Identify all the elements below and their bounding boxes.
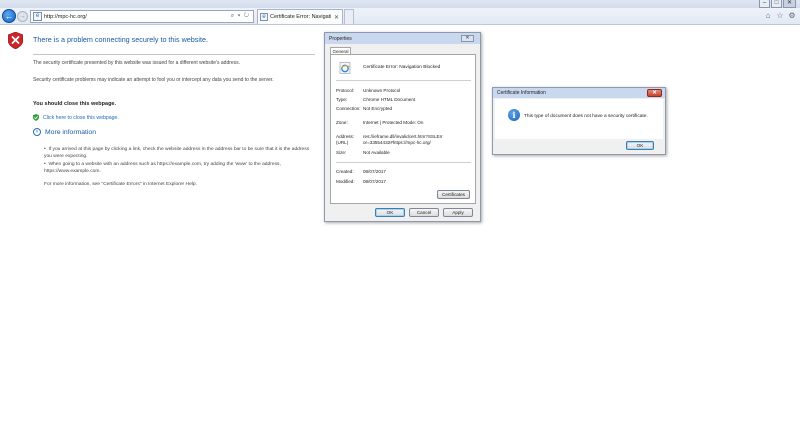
toolbar-icons: ⌂ ☆ ⚙	[764, 12, 796, 20]
settings-gear-icon[interactable]: ⚙	[788, 12, 796, 20]
protocol-value: Unknown Protocol	[363, 88, 401, 93]
separator	[336, 162, 471, 163]
title-divider	[33, 54, 315, 55]
properties-ok-button[interactable]: OK	[375, 208, 405, 217]
zone-value: Internet | Protected Mode: On	[363, 120, 424, 125]
address-label: Address: (URL)	[336, 134, 355, 145]
bullet-2-text: When going to a website with an address …	[44, 162, 281, 174]
more-information-toggle[interactable]: ˄ More information	[33, 128, 96, 136]
address-bar[interactable]: e http://mpc-hc.org/ ⌕ ▾ ↻	[30, 10, 254, 23]
certificate-dialog-title: Certificate Information	[497, 90, 546, 96]
size-label: Size:	[336, 150, 347, 155]
info-bullet-1: • If you arrived at this page by clickin…	[44, 147, 310, 159]
close-webpage-link[interactable]: Click here to close this webpage.	[33, 114, 119, 121]
more-information-label[interactable]: More information	[45, 129, 96, 136]
properties-close-button[interactable]: ✕	[461, 35, 474, 42]
certificate-message: This type of document does not have a se…	[524, 114, 648, 119]
error-title: There is a problem connecting securely t…	[33, 35, 208, 44]
properties-panel: Certificate Error: Navigation Blocked Pr…	[330, 54, 476, 204]
chevron-up-icon: ˄	[33, 128, 41, 136]
favorites-star-icon[interactable]: ☆	[776, 12, 784, 20]
certificate-dialog-body: i This type of document does not have a …	[495, 99, 663, 139]
info-icon: i	[508, 109, 520, 121]
protocol-label: Protocol:	[336, 88, 355, 93]
modified-label: Modified:	[336, 179, 355, 184]
new-tab-button[interactable]	[344, 9, 354, 24]
connection-value: Not Encrypted	[363, 106, 393, 111]
properties-apply-button[interactable]: Apply	[443, 208, 473, 217]
error-paragraph-1: The security certificate presented by th…	[33, 60, 241, 66]
ie-document-icon	[339, 62, 351, 74]
forward-button[interactable]: →	[17, 11, 28, 22]
green-shield-icon	[33, 114, 39, 121]
connection-label: Connection:	[336, 106, 361, 111]
tab-label: Certificate Error: Navigatio...	[270, 14, 331, 20]
certificate-information-dialog: Certificate Information ✕ i This type of…	[492, 87, 666, 155]
home-icon[interactable]: ⌂	[764, 12, 772, 20]
address-value[interactable]: res://ieframe.dll/invalidcert.htm?SSLErr…	[363, 134, 445, 146]
back-button[interactable]: ←	[2, 9, 16, 23]
error-shield-icon	[8, 32, 23, 49]
certificate-ok-button[interactable]: OK	[626, 141, 654, 150]
separator	[336, 80, 471, 81]
document-name: Certificate Error: Navigation Blocked	[363, 65, 441, 70]
size-value: Not Available	[363, 150, 390, 155]
properties-title: Properties	[329, 36, 352, 42]
close-link-label[interactable]: Click here to close this webpage.	[43, 115, 119, 121]
certificates-button[interactable]: Certificates	[437, 190, 470, 199]
more-help-text: For more information, see "Certificate E…	[44, 182, 197, 187]
page-favicon-icon: e	[33, 12, 42, 21]
address-url[interactable]: http://mpc-hc.org/	[44, 14, 231, 20]
zone-label: Zone:	[336, 120, 348, 125]
close-heading: You should close this webpage.	[33, 101, 117, 107]
type-value: Chrome HTML Document	[363, 97, 416, 102]
bullet-1-text: If you arrived at this page by clicking …	[44, 147, 310, 159]
created-label: Created:	[336, 169, 354, 174]
properties-cancel-button[interactable]: Cancel	[409, 208, 439, 217]
window-titlebar	[0, 0, 800, 8]
browser-tab[interactable]: e Certificate Error: Navigatio... ✕	[257, 9, 343, 24]
navigation-bar: ← → e http://mpc-hc.org/ ⌕ ▾ ↻ e Certifi…	[0, 8, 800, 25]
modified-value: 08/07/2017	[363, 179, 386, 184]
certificate-dialog-close-button[interactable]: ✕	[647, 89, 662, 97]
info-bullet-2: • When going to a website with an addres…	[44, 162, 281, 174]
minimize-button[interactable]: –	[759, 0, 770, 8]
properties-dialog: Properties ✕ General Certificate Error: …	[324, 32, 481, 222]
close-window-button[interactable]: ✕	[783, 0, 796, 8]
error-paragraph-2: Security certificate problems may indica…	[33, 77, 274, 83]
tab-close-icon[interactable]: ✕	[331, 14, 342, 21]
tab-favicon-icon: e	[260, 13, 268, 21]
address-tools[interactable]: ⌕ ▾ ↻	[231, 13, 253, 20]
created-value: 08/07/2017	[363, 169, 386, 174]
maximize-button[interactable]: □	[771, 0, 782, 8]
type-label: Type:	[336, 97, 348, 102]
